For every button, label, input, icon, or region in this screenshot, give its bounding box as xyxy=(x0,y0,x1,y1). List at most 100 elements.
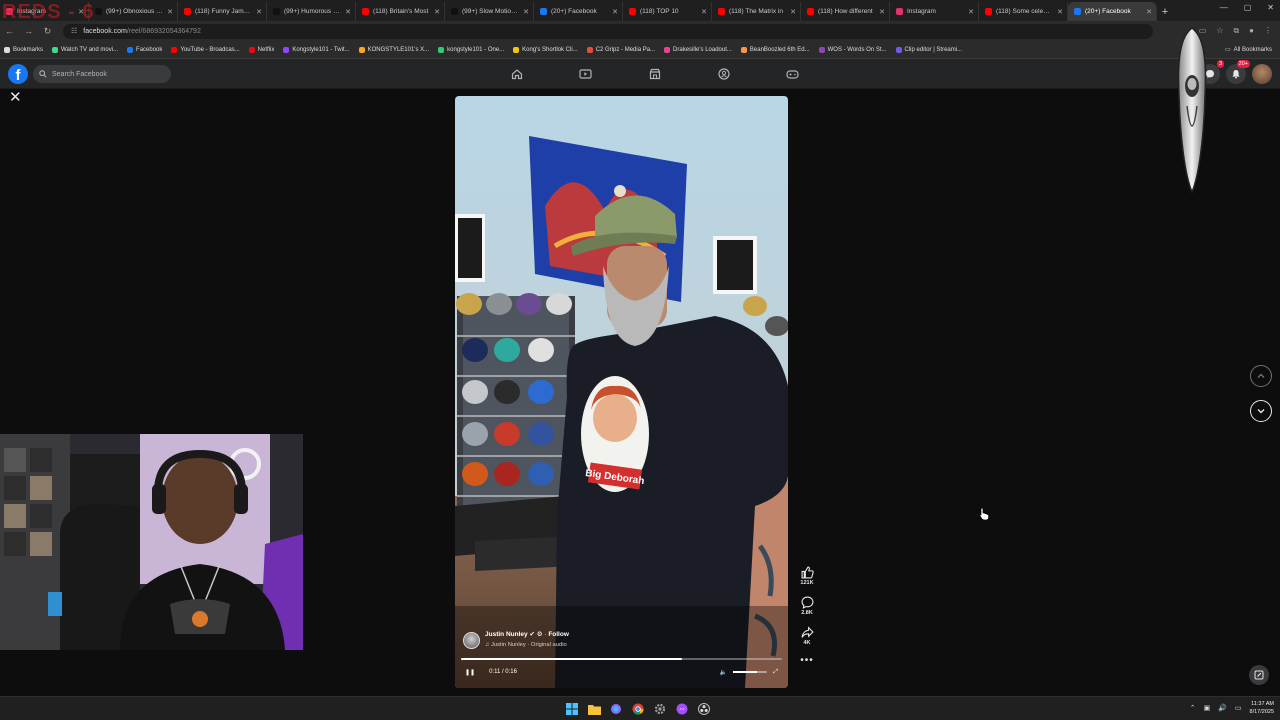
maximize-icon[interactable]: ▢ xyxy=(1244,3,1252,12)
tab-close-icon[interactable]: ✕ xyxy=(256,8,262,16)
creator-avatar[interactable] xyxy=(463,631,480,649)
bookmark-item[interactable]: kongstyle101 - One... xyxy=(438,46,504,53)
browser-tab[interactable]: (118) Some celebriti ✕ xyxy=(979,2,1068,21)
bookmark-item[interactable]: Kongstyle101 - Twit... xyxy=(283,46,350,53)
browser-tab[interactable]: Instagram ✕ xyxy=(890,2,979,21)
video-progress-bar[interactable] xyxy=(461,658,782,660)
bookmark-item[interactable]: Kong's Shortlok Cli... xyxy=(513,46,578,53)
browser-tab[interactable]: (118) TOP 10 ✕ xyxy=(623,2,712,21)
browser-tab[interactable]: (99+) Humorous Bab ✕ xyxy=(267,2,356,21)
copilot-icon[interactable] xyxy=(608,701,624,717)
tab-close-icon[interactable]: ✕ xyxy=(167,8,173,16)
new-tab-button[interactable]: + xyxy=(1157,2,1173,21)
obs-icon[interactable] xyxy=(696,701,712,717)
bookmark-item[interactable]: KONGSTYLE101's X... xyxy=(358,46,429,53)
tab-close-icon[interactable]: ✕ xyxy=(523,8,529,16)
volume-slider[interactable] xyxy=(733,671,768,673)
tab-close-icon[interactable]: ✕ xyxy=(968,8,974,16)
site-info-icon[interactable]: ☷ xyxy=(71,27,77,35)
browser-tab[interactable]: (118) Britain's Most ✕ xyxy=(356,2,445,21)
reload-icon[interactable]: ↻ xyxy=(38,26,57,37)
browser-tab[interactable]: (99+) Slow Motion A ✕ xyxy=(445,2,534,21)
tab-close-icon[interactable]: ✕ xyxy=(1146,8,1152,16)
search-facebook-input[interactable]: Search Facebook xyxy=(33,65,171,83)
file-explorer-icon[interactable] xyxy=(586,701,602,717)
bell-icon xyxy=(1232,70,1240,79)
bookmark-item[interactable]: BeanBoozled 6th Ed... xyxy=(740,46,810,53)
battery-icon[interactable]: ▭ xyxy=(1235,704,1242,712)
audio-label[interactable]: Justin Nunley · Original audio xyxy=(491,642,567,648)
bookmark-item[interactable]: Drakesille's Loadout... xyxy=(664,46,732,53)
nav-gaming[interactable] xyxy=(758,59,827,89)
tab-close-icon[interactable]: ✕ xyxy=(790,8,796,16)
bookmark-item[interactable]: YouTube - Broadcas... xyxy=(171,46,240,53)
browser-tab[interactable]: (118) How different ✕ xyxy=(801,2,890,21)
url-omnibox[interactable]: ☷ facebook.com/reel/686932054364792 xyxy=(63,23,1153,39)
tab-favicon-icon xyxy=(184,8,191,15)
comment-button[interactable]: 2.8K xyxy=(801,596,814,616)
next-reel-button[interactable] xyxy=(1250,400,1272,422)
close-window-icon[interactable]: ✕ xyxy=(1267,3,1274,12)
bookmark-item[interactable]: C2 Gripz - Media Pa... xyxy=(586,46,655,53)
tab-close-icon[interactable]: ✕ xyxy=(434,8,440,16)
fullscreen-icon[interactable]: ⤢ xyxy=(773,669,778,676)
account-avatar[interactable] xyxy=(1252,64,1272,84)
bookmark-item[interactable]: Bookmarks xyxy=(4,46,43,53)
extensions-icon[interactable]: ⧉ xyxy=(1233,26,1239,36)
like-button[interactable]: 121K xyxy=(800,566,814,586)
more-options-icon[interactable]: ••• xyxy=(800,656,814,666)
bookmark-item[interactable]: WOS - Words On St... xyxy=(818,46,887,53)
tab-close-icon[interactable]: ✕ xyxy=(345,8,351,16)
reel-video-player[interactable]: Big Deborah Justin Nunley ✔ ⚙ · Follow ♫… xyxy=(455,96,788,688)
menu-kebab-icon[interactable]: ⋮ xyxy=(1264,26,1272,36)
profile-icon[interactable]: ● xyxy=(1249,26,1254,36)
start-windows-icon[interactable] xyxy=(564,701,580,717)
creator-name[interactable]: Justin Nunley xyxy=(485,631,528,638)
share-button[interactable]: 4K xyxy=(801,626,814,646)
network-icon[interactable]: ▣ xyxy=(1204,704,1211,712)
browser-tab[interactable]: (118) Funny James F ✕ xyxy=(178,2,267,21)
nav-groups[interactable] xyxy=(689,59,758,89)
bookmark-item[interactable]: Clip editor | Streami... xyxy=(895,46,962,53)
tab-close-icon[interactable]: ✕ xyxy=(612,8,618,16)
tab-close-icon[interactable]: ✕ xyxy=(78,8,84,16)
nav-marketplace[interactable] xyxy=(620,59,689,89)
bookmark-item[interactable]: Facebook xyxy=(127,46,162,53)
nav-home[interactable] xyxy=(482,59,551,89)
nav-video[interactable] xyxy=(551,59,620,89)
tab-close-icon[interactable]: ✕ xyxy=(1057,8,1063,16)
new-message-button[interactable] xyxy=(1249,665,1269,685)
tray-chevron-up-icon[interactable]: ⌃ xyxy=(1190,704,1196,712)
volume-icon[interactable]: 🔈 xyxy=(720,669,727,676)
settings-gear-app-icon[interactable] xyxy=(652,701,668,717)
minimize-icon[interactable]: — xyxy=(1220,3,1228,12)
chrome-icon[interactable] xyxy=(630,701,646,717)
system-clock[interactable]: 11:37 AM 8/17/2025 xyxy=(1250,700,1274,716)
browser-tab[interactable]: Instagram ✕ xyxy=(0,2,89,21)
share-arrow-icon xyxy=(801,626,814,638)
previous-reel-button[interactable] xyxy=(1250,365,1272,387)
browser-tab[interactable]: (118) The Matrix in ✕ xyxy=(712,2,801,21)
messenger-app-icon[interactable] xyxy=(674,701,690,717)
all-bookmarks-button[interactable]: ▭ All Bookmarks xyxy=(1225,46,1272,54)
tab-title: (118) How different xyxy=(818,8,873,15)
browser-tab[interactable]: (20+) Facebook ✕ xyxy=(534,2,623,21)
music-note-icon: ♫ xyxy=(485,642,490,648)
speaker-icon[interactable]: 🔊 xyxy=(1218,704,1227,712)
back-icon[interactable]: ← xyxy=(0,26,19,36)
facebook-logo-icon[interactable]: f xyxy=(8,64,28,84)
tab-close-icon[interactable]: ✕ xyxy=(701,8,707,16)
bookmark-item[interactable]: Netflix xyxy=(248,46,274,53)
browser-tab[interactable]: (99+) Obnoxious Littl ✕ xyxy=(89,2,178,21)
pause-icon[interactable]: ❚❚ xyxy=(465,669,475,676)
notifications-button[interactable]: 20+ xyxy=(1226,60,1250,84)
tab-close-icon[interactable]: ✕ xyxy=(879,8,885,16)
follow-link[interactable]: Follow xyxy=(548,631,569,638)
bookmark-favicon-icon xyxy=(664,46,671,53)
url-path: /reel/686932054364792 xyxy=(126,27,201,35)
star-bookmark-icon[interactable]: ☆ xyxy=(1216,26,1223,36)
close-reel-button[interactable]: ✕ xyxy=(9,90,22,105)
browser-tab[interactable]: (20+) Facebook ✕ xyxy=(1068,2,1157,21)
bookmark-item[interactable]: Watch TV and movi... xyxy=(52,46,118,53)
forward-icon[interactable]: → xyxy=(19,26,38,36)
